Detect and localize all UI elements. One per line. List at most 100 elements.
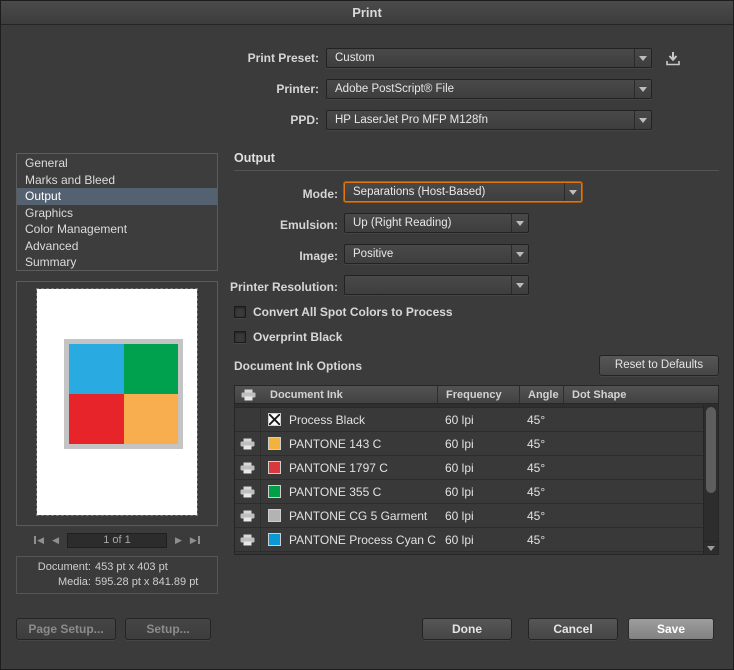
sidebar-item-general[interactable]: General xyxy=(17,155,217,172)
overprint-black-checkbox[interactable] xyxy=(234,331,246,343)
document-ink-table: Document Ink Frequency Angle Dot Shape P… xyxy=(234,385,719,555)
document-info-box: Document: 453 pt x 403 pt Media: 595.28 … xyxy=(16,556,218,594)
ink-row-pantone-cg5[interactable]: PANTONE CG 5 Garment 60 lpi 45° xyxy=(235,504,703,528)
ink-name: PANTONE 1797 C xyxy=(289,460,388,475)
ink-row-pantone-355[interactable]: PANTONE 355 C 60 lpi 45° xyxy=(235,480,703,504)
page-setup-button[interactable]: Page Setup... xyxy=(16,618,116,640)
sidebar-item-color-management[interactable]: Color Management xyxy=(17,221,217,238)
window-title: Print xyxy=(352,5,382,20)
mode-value: Separations (Host-Based) xyxy=(353,186,486,198)
document-ink-options-title: Document Ink Options xyxy=(234,359,363,373)
ink-frequency: 60 lpi xyxy=(445,508,474,523)
output-section-title: Output xyxy=(234,151,719,171)
first-page-button[interactable]: ◀ xyxy=(34,532,44,548)
ink-frequency: 60 lpi xyxy=(445,460,474,475)
sidebar-item-marks-and-bleed[interactable]: Marks and Bleed xyxy=(17,172,217,189)
sidebar-item-advanced[interactable]: Advanced xyxy=(17,238,217,255)
ink-swatch xyxy=(268,485,281,498)
ink-row-pantone-1797[interactable]: PANTONE 1797 C 60 lpi 45° xyxy=(235,456,703,480)
dot-shape-column-header[interactable]: Dot Shape xyxy=(563,386,718,403)
ink-frequency: 60 lpi xyxy=(445,532,474,547)
print-toggle[interactable] xyxy=(235,480,261,503)
ink-frequency: 60 lpi xyxy=(445,484,474,499)
ppd-dropdown[interactable]: HP LaserJet Pro MFP M128fn xyxy=(326,110,652,130)
cancel-button[interactable]: Cancel xyxy=(528,618,618,640)
ink-angle: 45° xyxy=(527,436,546,451)
mode-label: Mode: xyxy=(302,187,338,201)
convert-spot-colors-label: Convert All Spot Colors to Process xyxy=(253,305,453,319)
ink-name: PANTONE Process Cyan C xyxy=(289,532,436,547)
titlebar[interactable]: Print xyxy=(1,1,733,25)
ink-name: PANTONE CG 5 Garment xyxy=(289,508,428,523)
print-toggle[interactable] xyxy=(235,528,261,551)
emulsion-label: Emulsion: xyxy=(279,218,338,232)
save-button[interactable]: Save xyxy=(628,618,714,640)
angle-column-header[interactable]: Angle xyxy=(519,386,563,403)
printer-dropdown[interactable]: Adobe PostScript® File xyxy=(326,79,652,99)
frequency-column-header[interactable]: Frequency xyxy=(437,386,519,403)
print-preview xyxy=(16,281,218,526)
scrollbar-thumb[interactable] xyxy=(706,407,716,493)
print-toggle[interactable] xyxy=(235,408,261,431)
setup-button[interactable]: Setup... xyxy=(125,618,211,640)
ink-row-process-black[interactable]: Process Black 60 lpi 45° xyxy=(235,408,703,432)
save-preset-icon xyxy=(666,51,680,65)
reset-to-defaults-button[interactable]: Reset to Defaults xyxy=(599,355,719,376)
last-page-button[interactable]: ▶ xyxy=(190,532,200,548)
ink-frequency: 60 lpi xyxy=(445,436,474,451)
vertical-scrollbar[interactable] xyxy=(703,404,718,554)
printer-resolution-dropdown[interactable] xyxy=(344,275,529,295)
ink-angle: 45° xyxy=(527,484,546,499)
chevron-down-icon xyxy=(564,183,581,201)
ink-name: Process Black xyxy=(289,412,366,427)
sidebar-item-graphics[interactable]: Graphics xyxy=(17,205,217,222)
print-column-header[interactable] xyxy=(235,386,261,403)
ink-name: PANTONE 143 C xyxy=(289,436,382,451)
chevron-down-icon xyxy=(634,111,651,129)
chevron-down-icon xyxy=(511,276,528,294)
ink-row-pantone-process-cyan[interactable]: PANTONE Process Cyan C 60 lpi 45° xyxy=(235,528,703,552)
last-page-icon xyxy=(197,536,200,544)
next-page-button[interactable]: ▶ xyxy=(175,532,182,548)
printer-icon xyxy=(240,486,255,497)
emulsion-dropdown[interactable]: Up (Right Reading) xyxy=(344,213,529,233)
print-toggle[interactable] xyxy=(235,456,261,479)
ink-table-body: Process Black 60 lpi 45° PANTONE 143 C 6… xyxy=(235,404,703,554)
printer-resolution-label: Printer Resolution: xyxy=(229,280,338,294)
chevron-down-icon xyxy=(511,214,528,232)
page-number-field[interactable]: 1 of 1 xyxy=(67,532,167,548)
overprint-black-checkbox-row: Overprint Black xyxy=(234,329,342,345)
print-options-list: General Marks and Bleed Output Graphics … xyxy=(16,153,218,271)
document-ink-column-header[interactable]: Document Ink xyxy=(261,386,437,403)
image-dropdown[interactable]: Positive xyxy=(344,244,529,264)
ink-angle: 45° xyxy=(527,412,546,427)
ppd-value: HP LaserJet Pro MFP M128fn xyxy=(335,114,488,126)
convert-spot-colors-checkbox-row: Convert All Spot Colors to Process xyxy=(234,304,453,320)
sidebar-item-summary[interactable]: Summary xyxy=(17,254,217,271)
document-size-label: Document: xyxy=(37,561,91,573)
print-preset-value: Custom xyxy=(335,52,375,64)
artwork-swatch-cyan xyxy=(69,344,124,394)
mode-dropdown[interactable]: Separations (Host-Based) xyxy=(344,182,582,202)
ink-angle: 45° xyxy=(527,460,546,475)
ink-swatch xyxy=(268,461,281,474)
emulsion-value: Up (Right Reading) xyxy=(353,217,452,229)
printer-icon xyxy=(241,389,255,400)
media-size-label: Media: xyxy=(57,576,91,588)
previous-page-button[interactable]: ◀ xyxy=(52,532,59,548)
print-preset-dropdown[interactable]: Custom xyxy=(326,48,652,68)
chevron-down-icon xyxy=(511,245,528,263)
print-toggle[interactable] xyxy=(235,432,261,455)
overprint-black-label: Overprint Black xyxy=(253,330,343,344)
preview-page[interactable] xyxy=(36,288,198,516)
ink-name: PANTONE 355 C xyxy=(289,484,382,499)
scroll-down-button[interactable] xyxy=(704,541,718,554)
print-toggle[interactable] xyxy=(235,504,261,527)
ink-table-header: Document Ink Frequency Angle Dot Shape xyxy=(235,386,718,404)
convert-spot-colors-checkbox[interactable] xyxy=(234,306,246,318)
ink-row-pantone-143[interactable]: PANTONE 143 C 60 lpi 45° xyxy=(235,432,703,456)
sidebar-item-output[interactable]: Output xyxy=(17,188,217,205)
done-button[interactable]: Done xyxy=(422,618,512,640)
save-preset-button[interactable] xyxy=(663,49,683,67)
image-label: Image: xyxy=(299,249,338,263)
